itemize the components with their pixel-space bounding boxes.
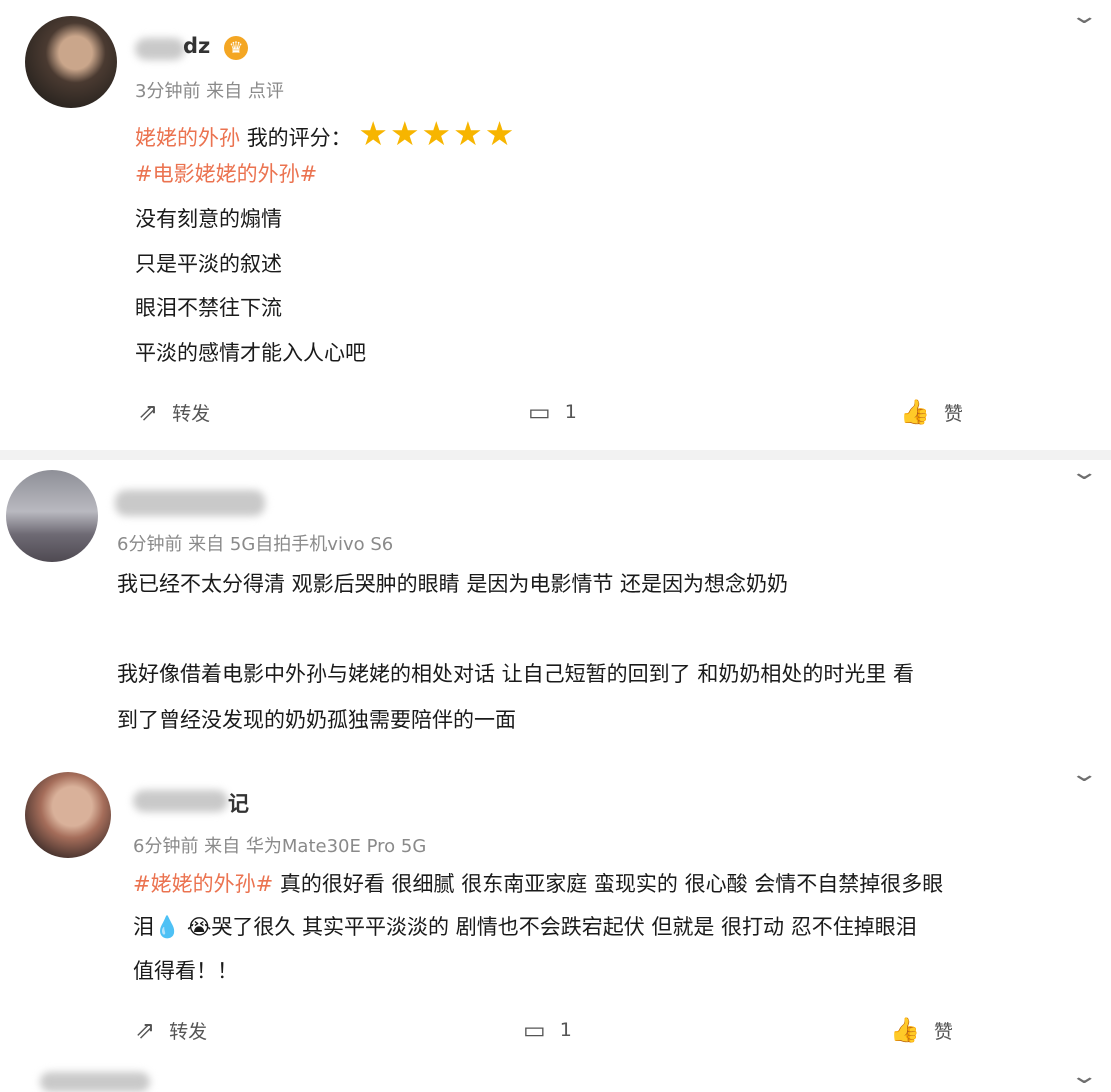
hashtag-link[interactable]: #姥姥的外孙# bbox=[133, 872, 273, 896]
vip-crown-icon: ♛ bbox=[224, 36, 248, 60]
post-meta: 6分钟前 来自 5G自拍手机vivo S6 bbox=[117, 534, 394, 555]
divider bbox=[0, 450, 1111, 460]
post-text-line: 值得看！！ bbox=[133, 959, 238, 983]
repost-icon: ⇗ bbox=[138, 398, 159, 426]
repost-icon: ⇗ bbox=[135, 1016, 156, 1044]
rating-label: 我的评分： bbox=[246, 126, 352, 150]
star-icon: ★★★★★ bbox=[358, 114, 517, 153]
post-text-line: #姥姥的外孙# 真的很好看 很细腻 很东南亚家庭 蛮现实的 很心酸 会情不自禁掉… bbox=[133, 868, 943, 898]
comment-count: 1 bbox=[564, 401, 577, 423]
username[interactable]: 记 bbox=[228, 788, 249, 818]
avatar[interactable] bbox=[25, 16, 117, 108]
repost-button[interactable]: ⇗ 转发 bbox=[138, 398, 210, 426]
username-blurred bbox=[40, 1072, 150, 1092]
post-text-line: 没有刻意的煽情 bbox=[135, 207, 282, 231]
repost-label: 转发 bbox=[169, 1020, 208, 1043]
rating-row: 姥姥的外孙 我的评分： ★★★★★ bbox=[135, 114, 516, 153]
post-1: dz ♛ ⌄ 3分钟前 来自 点评 姥姥的外孙 我的评分： ★★★★★ #电影姥… bbox=[0, 0, 1111, 450]
avatar[interactable] bbox=[6, 470, 98, 562]
action-bar: ⇗ 转发 ▭ 1 👍 赞 bbox=[0, 1016, 1111, 1056]
post-text-line: 我已经不太分得清 观影后哭肿的眼睛 是因为电影情节 还是因为想念奶奶 bbox=[117, 572, 789, 596]
post-meta: 6分钟前 来自 华为Mate30E Pro 5G bbox=[133, 836, 427, 857]
comment-button[interactable]: ▭ 1 bbox=[528, 398, 577, 426]
chevron-down-icon[interactable]: ⌄ bbox=[1069, 1064, 1099, 1089]
like-button[interactable]: 👍 赞 bbox=[890, 1016, 953, 1044]
like-label: 赞 bbox=[933, 1020, 953, 1043]
post-text-line: 我好像借着电影中外孙与姥姥的相处对话 让自己短暂的回到了 和奶奶相处的时光里 看 bbox=[117, 662, 915, 686]
repost-button[interactable]: ⇗ 转发 bbox=[135, 1016, 207, 1044]
like-label: 赞 bbox=[943, 402, 963, 425]
username-blurred bbox=[115, 490, 265, 516]
chevron-down-icon[interactable]: ⌄ bbox=[1069, 460, 1099, 485]
repost-label: 转发 bbox=[172, 402, 211, 425]
comment-count: 1 bbox=[559, 1019, 572, 1041]
username[interactable]: dz bbox=[183, 34, 210, 58]
comment-icon: ▭ bbox=[523, 1016, 546, 1044]
avatar[interactable] bbox=[25, 772, 111, 858]
post-text: 真的很好看 很细腻 很东南亚家庭 蛮现实的 很心酸 会情不自禁掉很多眼 bbox=[273, 872, 944, 896]
post-text-line: 平淡的感情才能入人心吧 bbox=[135, 341, 366, 365]
post-text-line: 泪💧 😭哭了很久 其实平平淡淡的 剧情也不会跌宕起伏 但就是 很打动 忍不住掉眼… bbox=[133, 915, 917, 939]
post-text-line: 只是平淡的叙述 bbox=[135, 252, 282, 276]
like-button[interactable]: 👍 赞 bbox=[900, 398, 963, 426]
comment-button[interactable]: ▭ 1 bbox=[523, 1016, 572, 1044]
chevron-down-icon[interactable]: ⌄ bbox=[1069, 4, 1099, 29]
username-blurred bbox=[133, 790, 228, 812]
review-title-link[interactable]: 姥姥的外孙 bbox=[135, 126, 240, 150]
username-blurred bbox=[135, 38, 185, 60]
comment-icon: ▭ bbox=[528, 398, 551, 426]
like-icon: 👍 bbox=[900, 398, 930, 426]
post-text-line: 眼泪不禁往下流 bbox=[135, 296, 282, 320]
chevron-down-icon[interactable]: ⌄ bbox=[1069, 762, 1099, 787]
action-bar: ⇗ 转发 ▭ 1 👍 赞 bbox=[0, 398, 1111, 438]
like-icon: 👍 bbox=[890, 1016, 920, 1044]
post-text-line: 到了曾经没发现的奶奶孤独需要陪伴的一面 bbox=[117, 708, 516, 732]
post-meta: 3分钟前 来自 点评 bbox=[135, 81, 284, 102]
hashtag-link[interactable]: #电影姥姥的外孙# bbox=[135, 158, 317, 188]
